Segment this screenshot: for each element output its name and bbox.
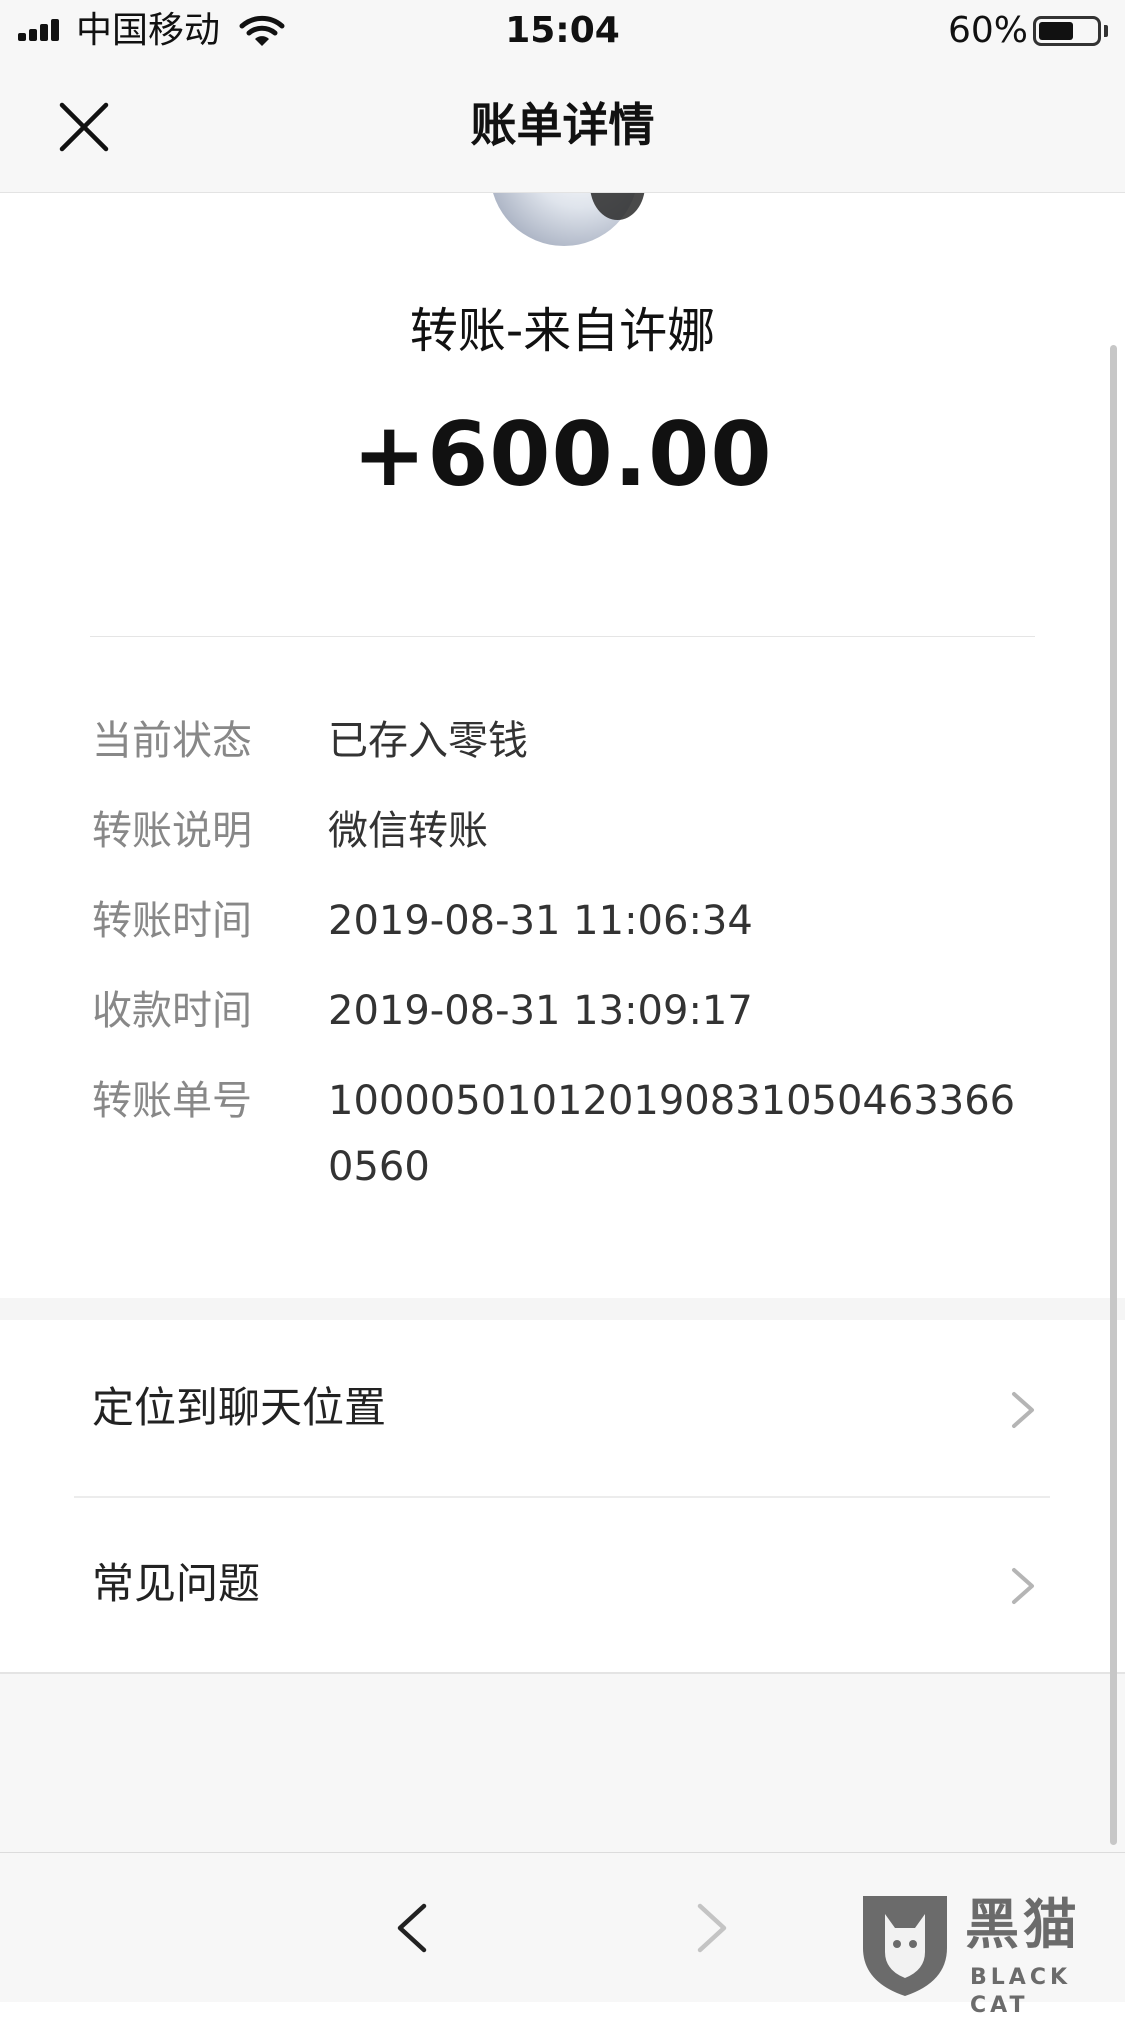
detail-value-receive-time: 2019-08-31 13:09:17 [328, 988, 753, 1034]
transfer-amount: +600.00 [352, 403, 773, 506]
detail-label-receive-time: 收款时间 [92, 988, 252, 1034]
detail-value-order-no[interactable]: 100005010120190831050463366 0560 [328, 1068, 1038, 1200]
chevron-right-icon[interactable] [692, 1900, 732, 1956]
watermark-subtitle: BLACK CAT [970, 1965, 1072, 2018]
detail-value-transfer-time: 2019-08-31 11:06:34 [328, 898, 753, 944]
detail-value-note: 微信转账 [328, 808, 488, 854]
locate-chat-label: 定位到聊天位置 [92, 1383, 387, 1432]
faq-label: 常见问题 [92, 1559, 261, 1608]
detail-label-status: 当前状态 [92, 718, 252, 764]
chevron-left-icon[interactable] [392, 1900, 432, 1956]
detail-label-note: 转账说明 [92, 808, 252, 854]
page-title: 账单详情 [470, 98, 655, 152]
battery-tip [1104, 25, 1108, 37]
chevron-right-icon [1012, 1568, 1034, 1604]
locate-chat-row[interactable]: 定位到聊天位置 [0, 1320, 1125, 1496]
section-gap [0, 1298, 1125, 1320]
bottom-toolbar [0, 1852, 1125, 2002]
black-cat-logo-icon [863, 1896, 947, 1996]
battery-icon [1033, 16, 1101, 46]
detail-label-order-no: 转账单号 [92, 1078, 252, 1124]
detail-value-status: 已存入零钱 [328, 718, 528, 764]
transfer-sender: 转账-来自许娜 [409, 303, 716, 359]
battery-percent: 60% [948, 10, 1029, 51]
watermark-title: 黑猫 [965, 1893, 1081, 1956]
divider [90, 636, 1035, 637]
detail-label-transfer-time: 转账时间 [92, 898, 252, 944]
page-background [0, 1674, 1125, 1852]
scrollbar[interactable] [1110, 345, 1117, 1845]
chevron-right-icon [1012, 1392, 1034, 1428]
faq-row[interactable]: 常见问题 [0, 1498, 1125, 1674]
